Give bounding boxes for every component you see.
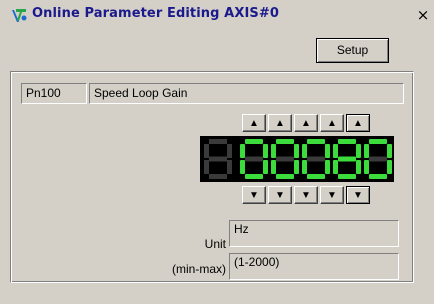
segment-c [387,160,392,174]
segment-d [276,174,294,179]
up-arrow-icon: ▲ [301,118,311,129]
up-arrow-icon: ▲ [249,118,259,129]
increment-digit-2-button[interactable]: ▲ [268,114,292,132]
segment-e [271,160,276,174]
down-arrow-icon: ▼ [301,190,311,201]
segment-b [356,144,361,158]
segment-c [356,160,361,174]
down-arrow-icon: ▼ [327,190,337,201]
display-digit-1 [240,139,268,179]
segment-a [276,139,294,144]
display-digit-4 [333,139,361,179]
sign-segment-g [209,156,227,162]
unit-value-field: Hz [229,220,399,247]
segment-f [333,144,338,158]
range-label: (min-max) [172,262,226,276]
segment-e [364,160,369,174]
segment-g [276,156,294,162]
down-arrow-icon: ▼ [275,190,285,201]
up-arrow-icon: ▲ [327,118,337,129]
segment-f [240,144,245,158]
seven-segment-display [200,136,394,182]
sign-segment-b [227,144,232,158]
segment-a [338,139,356,144]
segment-c [263,160,268,174]
segment-f [271,144,276,158]
segment-f [364,144,369,158]
segment-d [369,174,387,179]
sign-segment-c [227,160,232,174]
segment-b [263,144,268,158]
segment-c [294,160,299,174]
segment-a [307,139,325,144]
segment-e [302,160,307,174]
increment-digit-3-button[interactable]: ▲ [294,114,318,132]
increment-digit-5-button[interactable]: ▲ [346,114,370,132]
down-arrow-icon: ▼ [353,190,363,201]
display-digit-2 [271,139,299,179]
segment-e [240,160,245,174]
range-value-field: (1-2000) [229,253,399,280]
segment-b [325,144,330,158]
segment-d [245,174,263,179]
segment-e [333,160,338,174]
display-digit-5 [364,139,392,179]
segment-g [369,156,387,162]
display-digit-3 [302,139,330,179]
segment-g [307,156,325,162]
segment-b [294,144,299,158]
segment-g [245,156,263,162]
parameter-code-field: Pn100 [21,83,87,104]
window-title: Online Parameter Editing AXIS#0 [32,6,280,21]
setup-button[interactable]: Setup [316,38,389,63]
parameter-editing-window: Online Parameter Editing AXIS#0 × Setup … [0,0,434,304]
segment-a [245,139,263,144]
decrement-digit-1-button[interactable]: ▼ [242,186,266,204]
decrement-digit-4-button[interactable]: ▼ [320,186,344,204]
sign-segment-f [204,144,209,158]
servo-app-icon [10,6,28,24]
segment-c [325,160,330,174]
decrement-digit-2-button[interactable]: ▼ [268,186,292,204]
segment-a [369,139,387,144]
close-button[interactable]: × [416,8,430,23]
decrement-digit-3-button[interactable]: ▼ [294,186,318,204]
sign-segment-e [204,160,209,174]
up-arrow-icon: ▲ [275,118,285,129]
segment-d [307,174,325,179]
down-arrow-icon: ▼ [249,190,259,201]
title-bar[interactable]: Online Parameter Editing AXIS#0 × [0,0,434,28]
parameter-name-field: Speed Loop Gain [89,83,404,104]
segment-d [338,174,356,179]
increment-digit-1-button[interactable]: ▲ [242,114,266,132]
sign-segment-a [209,139,227,144]
increment-digit-4-button[interactable]: ▲ [320,114,344,132]
segment-f [302,144,307,158]
decrement-digit-5-button[interactable]: ▼ [346,186,370,204]
segment-b [387,144,392,158]
up-arrow-icon: ▲ [353,118,363,129]
sign-segment-d [209,174,227,179]
unit-label: Unit [204,237,226,251]
segment-g [338,156,356,162]
